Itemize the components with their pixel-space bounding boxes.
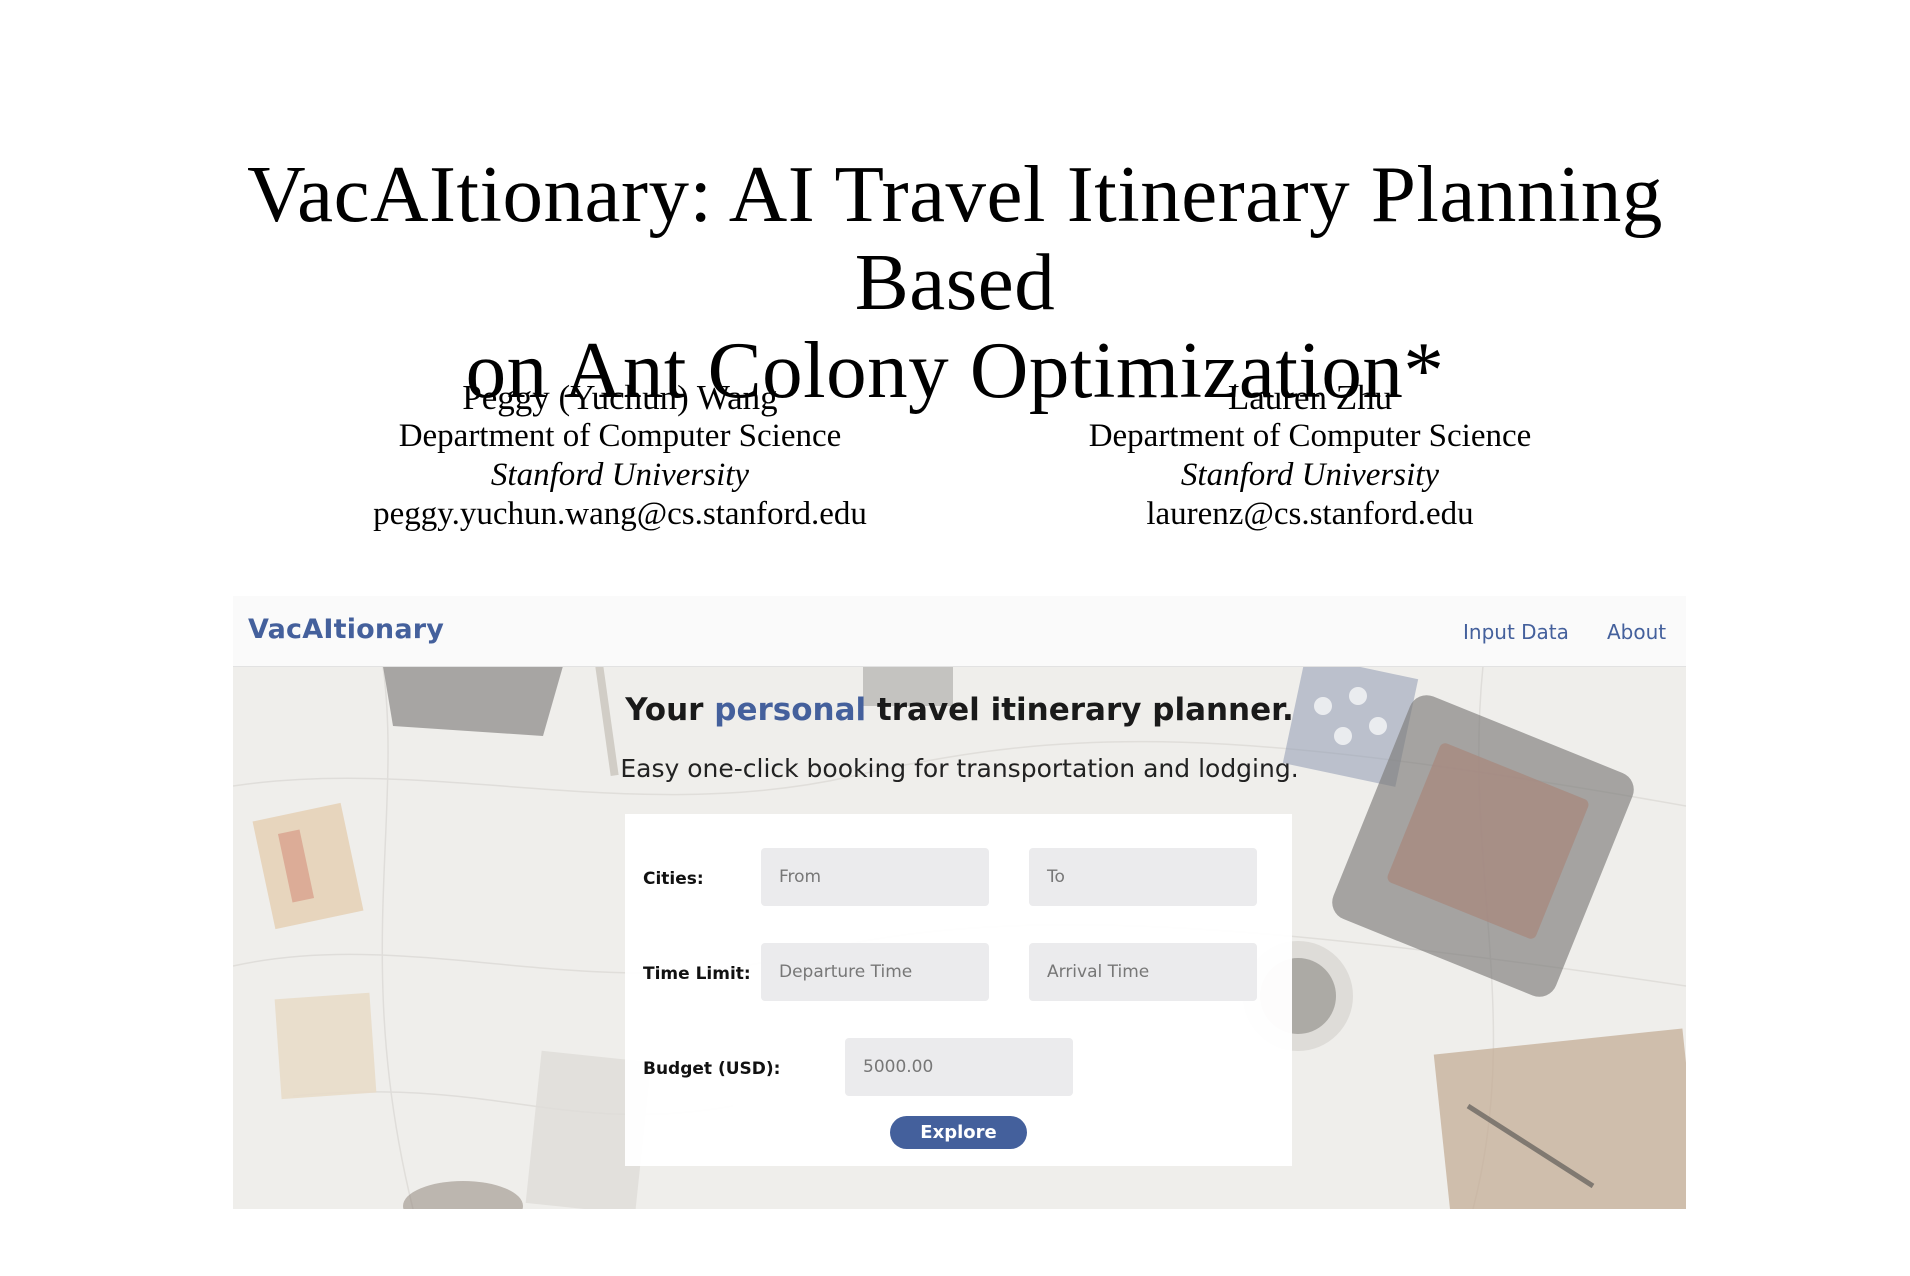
author-department: Department of Computer Science — [1088, 418, 1532, 454]
trip-form: Cities: From To Time Limit: Departure Ti… — [625, 814, 1292, 1166]
nav-input-data-link[interactable]: Input Data — [1463, 620, 1569, 644]
author-name: Peggy (Yuchun) Wang — [462, 378, 778, 417]
explore-button[interactable]: Explore — [890, 1116, 1027, 1149]
departure-time-input[interactable]: Departure Time — [761, 943, 989, 1001]
headline-prefix: Your — [625, 692, 715, 728]
hero-subheadline: Easy one-click booking for transportatio… — [620, 754, 1299, 783]
hero-headline: Your personal travel itinerary planner. — [233, 692, 1686, 728]
from-city-input[interactable]: From — [761, 848, 989, 906]
time-limit-label: Time Limit: — [643, 964, 751, 984]
app-navbar: VacAItionary Input Data About — [233, 596, 1686, 667]
author-email: laurenz@cs.stanford.edu — [1146, 496, 1474, 532]
author-university: Stanford University — [490, 457, 750, 493]
author-department: Department of Computer Science — [398, 418, 842, 454]
author-email: peggy.yuchun.wang@cs.stanford.edu — [373, 496, 867, 532]
author-block-1: Peggy (Yuchun) Wang Department of Comput… — [270, 378, 970, 534]
app-brand-logo[interactable]: VacAItionary — [248, 614, 444, 645]
app-screenshot-figure: VacAItionary Input Data About Your perso… — [233, 596, 1686, 1209]
author-block-2: Lauren Zhu Department of Computer Scienc… — [960, 378, 1660, 534]
to-city-input[interactable]: To — [1029, 848, 1257, 906]
headline-accent: personal — [714, 692, 867, 728]
author-name: Lauren Zhu — [1227, 378, 1393, 417]
budget-label: Budget (USD): — [643, 1059, 781, 1079]
cities-label: Cities: — [643, 869, 704, 889]
nav-about-link[interactable]: About — [1607, 620, 1666, 644]
paper-title: VacAItionary: AI Travel Itinerary Planni… — [155, 150, 1755, 414]
title-line-1: VacAItionary: AI Travel Itinerary Planni… — [247, 149, 1663, 327]
budget-input[interactable]: 5000.00 — [845, 1038, 1073, 1096]
author-university: Stanford University — [1180, 457, 1440, 493]
headline-suffix: travel itinerary planner. — [866, 692, 1294, 728]
arrival-time-input[interactable]: Arrival Time — [1029, 943, 1257, 1001]
